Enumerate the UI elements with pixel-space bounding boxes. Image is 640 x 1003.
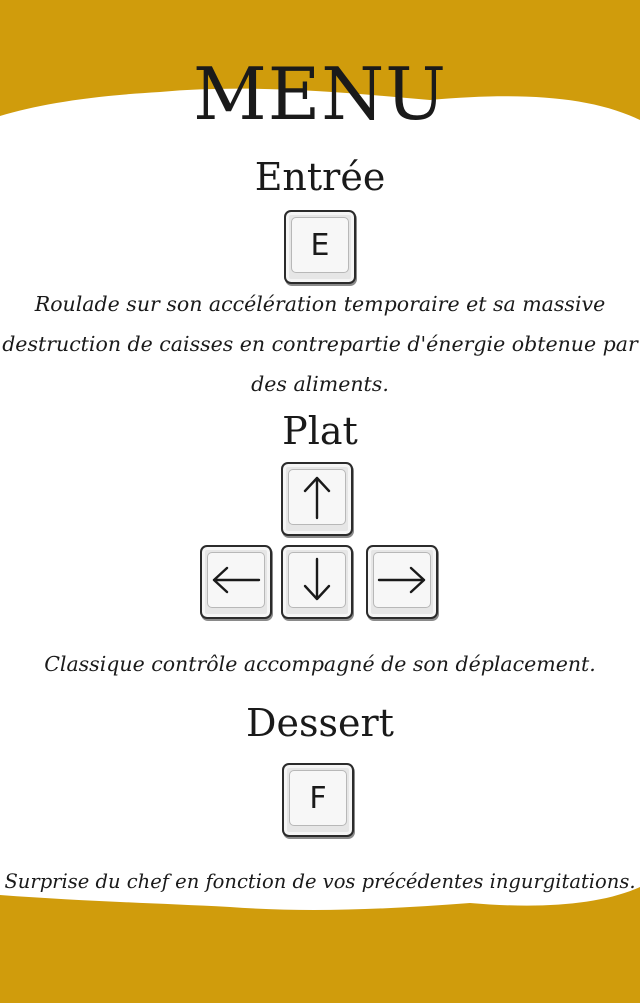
key-f-label: F — [289, 770, 347, 826]
heading-entree: Entrée — [254, 155, 386, 199]
key-arrow-left — [200, 545, 272, 619]
arrow-down-icon — [303, 557, 331, 601]
entree-description-line-2: destruction de caisses en contrepartie d… — [2, 332, 638, 356]
plat-description-line-1: Classique contrôle accompagné de son dép… — [44, 652, 596, 676]
key-e: E — [284, 210, 356, 284]
key-arrow-up — [281, 462, 353, 536]
dessert-description-line-1: Surprise du chef en fonction de vos préc… — [4, 870, 636, 893]
key-e-label: E — [291, 217, 349, 273]
heading-dessert: Dessert — [246, 701, 394, 745]
key-arrow-down — [281, 545, 353, 619]
entree-description-line-3: des aliments. — [251, 372, 389, 396]
entree-description: Roulade sur son accélération temporaire … — [0, 284, 640, 404]
arrow-right-icon — [377, 566, 426, 594]
key-arrow-right — [366, 545, 438, 619]
menu-page: MENU Entrée E Roulade sur son accélérati… — [0, 0, 640, 1003]
entree-description-line-1: Roulade sur son accélération temporaire … — [34, 292, 606, 316]
plat-description: Classique contrôle accompagné de son dép… — [0, 644, 640, 684]
arrow-up-icon — [303, 476, 331, 520]
menu-title: MENU — [193, 52, 447, 136]
dessert-description: Surprise du chef en fonction de vos préc… — [0, 862, 640, 902]
key-f: F — [282, 763, 354, 837]
heading-plat: Plat — [282, 409, 358, 453]
arrow-left-icon — [212, 566, 261, 594]
